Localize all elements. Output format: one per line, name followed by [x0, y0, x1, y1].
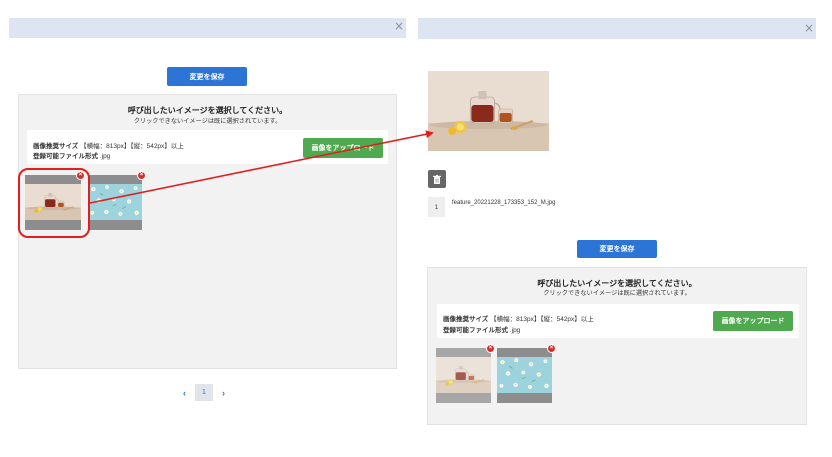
recommended-size-line: 画像推奨サイズ 【横幅：813px】【縦：542px】以上	[33, 140, 184, 150]
delete-badge-icon[interactable]: ×	[486, 344, 495, 353]
right-dialog-titlebar	[418, 18, 816, 39]
recommended-size-value: 【横幅：813px】【縦：542px】以上	[80, 143, 184, 150]
flowers-image	[497, 357, 552, 393]
selection-title: 呼び出したいイメージを選択してください。	[127, 106, 288, 115]
close-icon[interactable]: ×	[804, 22, 814, 34]
upload-info-card: 画像推奨サイズ 【横幅：813px】【縦：542px】以上 登録可能ファイル形式…	[437, 304, 799, 338]
selection-subtitle: クリックできないイメージは既に選択されています。	[133, 118, 282, 125]
left-dialog-titlebar	[9, 18, 406, 38]
file-format-line: 登録可能ファイル形式 .jpg	[443, 324, 520, 334]
page-1-button[interactable]: 1	[195, 384, 213, 401]
selected-image-preview	[428, 71, 549, 151]
chevron-left-icon[interactable]: ‹	[183, 388, 186, 398]
file-format-value: .jpg	[99, 153, 111, 160]
recommended-size-value: 【横幅：813px】【縦：542px】以上	[490, 316, 594, 323]
selection-subtitle: クリックできないイメージは既に選択されています。	[543, 290, 691, 297]
file-format-line: 登録可能ファイル形式 .jpg	[33, 150, 110, 160]
flowers-thumbnail[interactable]	[88, 175, 142, 230]
pagination: ‹ 1 ›	[183, 384, 225, 401]
upload-image-button[interactable]: 画像をアップロード	[713, 311, 793, 331]
close-icon[interactable]: ×	[394, 20, 404, 32]
file-format-label: 登録可能ファイル形式	[33, 153, 98, 160]
recommended-size-line: 画像推奨サイズ 【横幅：813px】【縦：542px】以上	[443, 313, 594, 323]
flowers-image	[88, 184, 142, 220]
recommended-size-label: 画像推奨サイズ	[33, 143, 79, 150]
file-format-label: 登録可能ファイル形式	[443, 327, 508, 334]
file-name: feature_20221228_173353_152_M.jpg	[452, 200, 556, 206]
trash-icon[interactable]	[428, 170, 446, 188]
save-changes-button[interactable]: 変更を保存	[167, 67, 247, 86]
file-format-value: .jpg	[509, 327, 521, 334]
selected-file-row: 1 feature_20221228_173353_152_M.jpg	[428, 197, 556, 217]
delete-badge-icon[interactable]: ×	[547, 344, 556, 353]
delete-badge-icon[interactable]: ×	[137, 171, 146, 180]
upload-info-card: 画像推奨サイズ 【横幅：813px】【縦：542px】以上 登録可能ファイル形式…	[27, 130, 388, 164]
save-changes-button[interactable]: 変更を保存	[577, 240, 657, 258]
flowers-thumbnail[interactable]	[497, 348, 552, 403]
chevron-right-icon[interactable]: ›	[222, 388, 225, 398]
tea-image	[436, 357, 491, 393]
recommended-size-label: 画像推奨サイズ	[443, 316, 489, 323]
upload-image-button[interactable]: 画像をアップロード	[303, 138, 383, 158]
delete-badge-icon[interactable]: ×	[76, 171, 85, 180]
file-number: 1	[428, 197, 445, 217]
tea-thumbnail	[436, 348, 491, 403]
